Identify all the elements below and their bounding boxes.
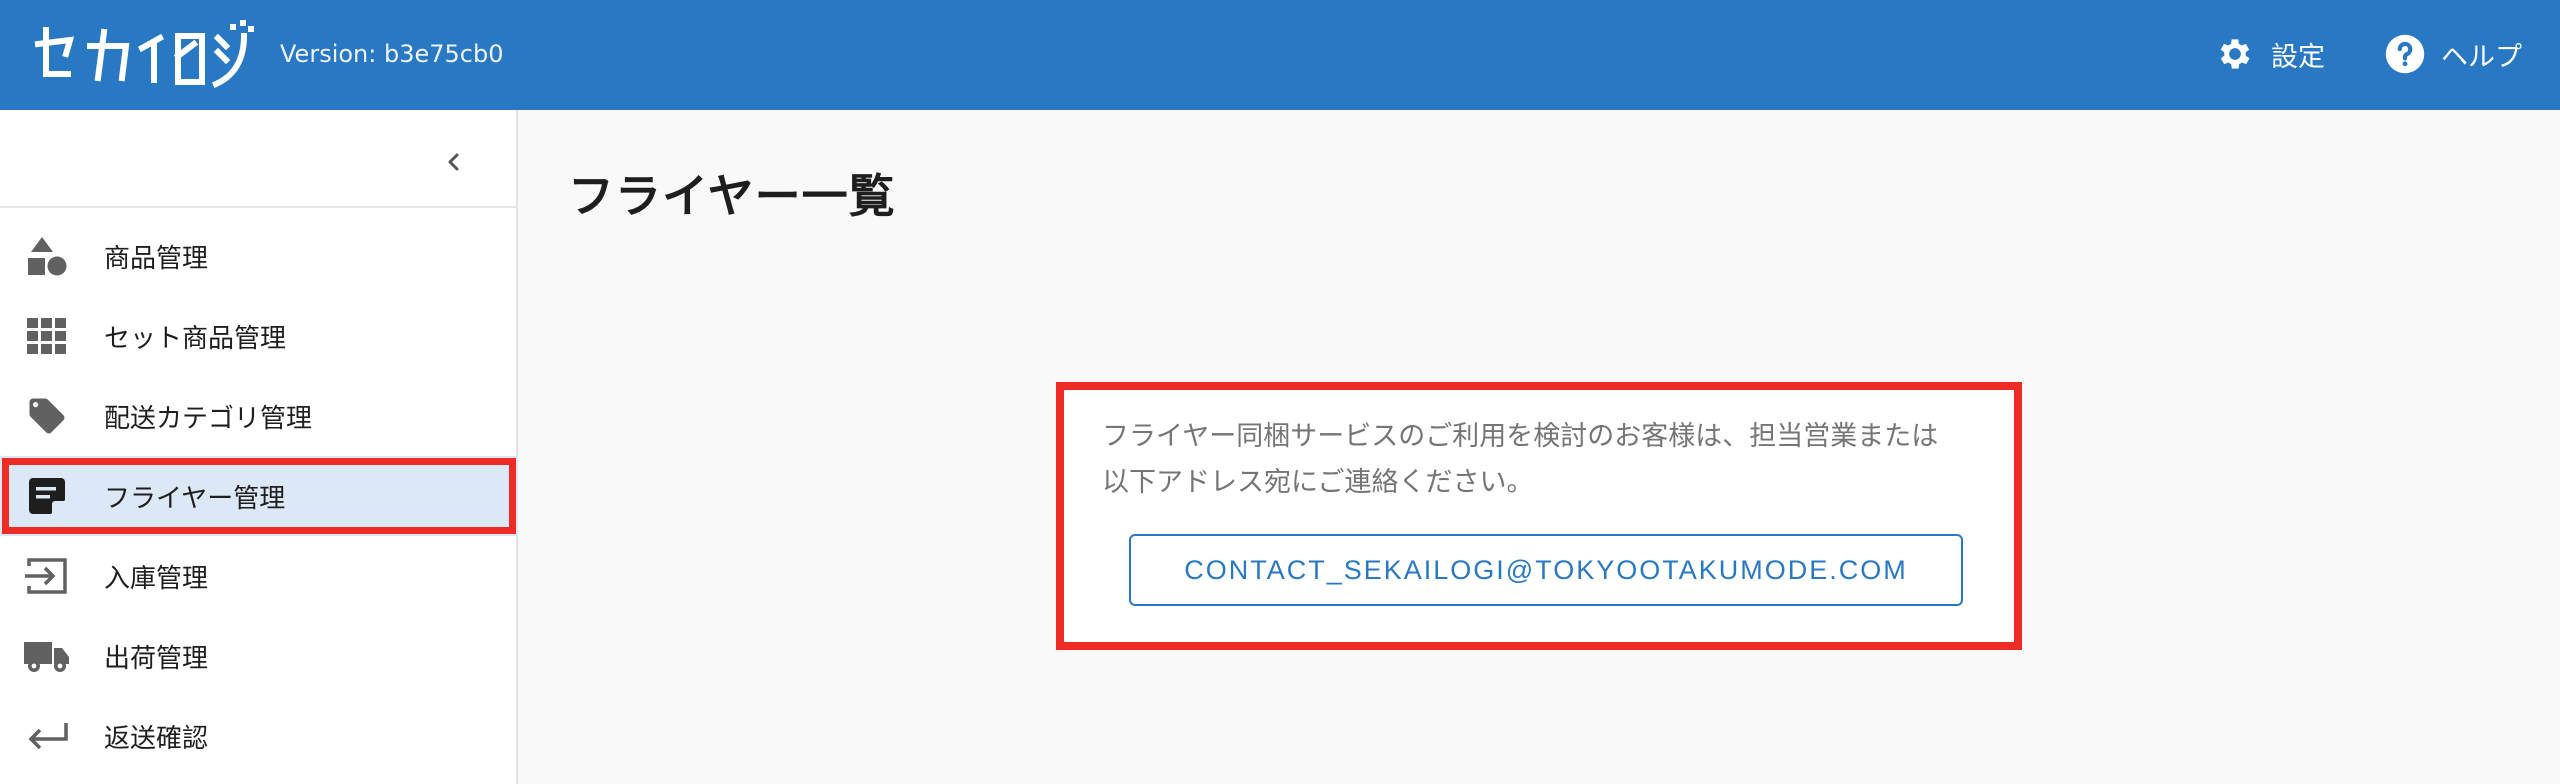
sidebar-item-label: 入庫管理 [104, 563, 209, 594]
help-icon [2383, 32, 2427, 76]
chevron-left-icon [448, 153, 459, 171]
grid-icon [24, 314, 70, 358]
help-button[interactable]: ヘルプ [2383, 28, 2522, 80]
sidebar-nav: 商品管理 セット商品管理 配送カテゴリ管理 フライヤー管理 入庫管理 出荷管理 … [0, 216, 518, 776]
note-icon [24, 474, 70, 518]
contact-email-button[interactable]: CONTACT_SEKAILOGI@TOKYOOTAKUMODE.COM [1129, 534, 1963, 606]
sidebar-item-shipping[interactable]: 出荷管理 [0, 616, 518, 696]
help-label: ヘルプ [2441, 41, 2522, 73]
sekailogi-logo[interactable] [30, 16, 258, 94]
settings-button[interactable]: 設定 [2213, 28, 2325, 80]
return-icon [24, 714, 70, 758]
notice-text: フライヤー同梱サービスのご利用を検討のお客様は、担当営業または 以下アドレス宛に… [1102, 414, 2002, 506]
sidebar-item-label: 配送カテゴリ管理 [104, 403, 313, 434]
sidebar-item-label: 返送確認 [104, 723, 209, 754]
collapse-sidebar-button[interactable] [432, 140, 476, 184]
sidebar-item-label: 出荷管理 [104, 643, 209, 674]
page-title: フライヤー一覧 [568, 169, 896, 223]
tag-icon [24, 394, 70, 438]
sidebar-item-label: セット商品管理 [104, 323, 287, 354]
app-header: Version: b3e75cb0 設定 ヘルプ [0, 0, 2560, 110]
gear-icon [2213, 32, 2257, 76]
sidebar-divider [0, 206, 518, 208]
truck-icon [24, 634, 70, 678]
sidebar-item-returns[interactable]: 返送確認 [0, 696, 518, 776]
sidebar-item-flyers[interactable]: フライヤー管理 [0, 456, 518, 536]
notice-line: 以下アドレス宛にご連絡ください。 [1102, 467, 1534, 498]
notice-line: フライヤー同梱サービスのご利用を検討のお客様は、担当営業または [1102, 421, 1939, 452]
app-version: Version: b3e75cb0 [280, 40, 504, 68]
sidebar-item-receiving[interactable]: 入庫管理 [0, 536, 518, 616]
login-icon [24, 554, 70, 598]
sidebar-item-label: フライヤー管理 [104, 483, 286, 514]
sidebar-item-label: 商品管理 [104, 243, 209, 274]
settings-label: 設定 [2271, 41, 2325, 73]
sidebar-item-products[interactable]: 商品管理 [0, 216, 518, 296]
sidebar-item-set-products[interactable]: セット商品管理 [0, 296, 518, 376]
sidebar: 商品管理 セット商品管理 配送カテゴリ管理 フライヤー管理 入庫管理 出荷管理 … [0, 110, 518, 784]
sidebar-item-shipping-categories[interactable]: 配送カテゴリ管理 [0, 376, 518, 456]
flyer-contact-notice: フライヤー同梱サービスのご利用を検討のお客様は、担当営業または 以下アドレス宛に… [1056, 382, 2022, 650]
shapes-icon [24, 234, 70, 278]
